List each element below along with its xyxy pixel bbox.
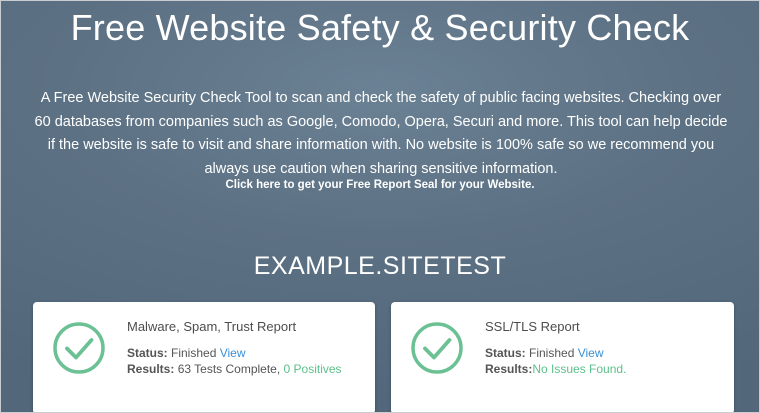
view-report-link[interactable]: View xyxy=(578,346,604,360)
page-frame: Free Website Safety & Security Check A F… xyxy=(0,0,760,413)
status-value: Finished xyxy=(171,346,217,360)
results-issues: No Issues Found. xyxy=(532,362,627,376)
malware-report-body: Malware, Spam, Trust Report Status: Fini… xyxy=(127,319,363,377)
status-label: Status: xyxy=(127,346,168,360)
ssl-report-card: SSL/TLS Report Status: Finished View Res… xyxy=(391,302,734,412)
ssl-report-body: SSL/TLS Report Status: Finished View Res… xyxy=(485,319,722,377)
tool-description: A Free Website Security Check Tool to sc… xyxy=(34,90,728,177)
status-row: Status: Finished View xyxy=(485,345,722,361)
results-label: Results: xyxy=(127,362,175,376)
report-title: SSL/TLS Report xyxy=(485,319,580,334)
results-row: Results: 63 Tests Complete, 0 Positives xyxy=(127,361,363,377)
check-circle-icon xyxy=(53,322,105,374)
report-title: Malware, Spam, Trust Report xyxy=(127,319,297,334)
status-value: Finished xyxy=(529,346,575,360)
results-positives: 0 Positives xyxy=(283,362,342,376)
status-row: Status: Finished View xyxy=(127,345,363,361)
check-circle-icon xyxy=(411,322,463,374)
site-name: EXAMPLE.SITETEST xyxy=(253,252,507,280)
status-label: Status: xyxy=(485,346,526,360)
results-row: Results:No Issues Found. xyxy=(485,361,722,377)
results-value: 63 Tests Complete, xyxy=(177,362,281,376)
report-seal-link[interactable]: Click here to get your Free Report Seal … xyxy=(1,179,759,191)
page-title: Free Website Safety & Security Check xyxy=(70,7,690,48)
malware-report-card: Malware, Spam, Trust Report Status: Fini… xyxy=(33,302,375,412)
view-report-link[interactable]: View xyxy=(220,346,246,360)
results-label: Results: xyxy=(485,362,533,376)
